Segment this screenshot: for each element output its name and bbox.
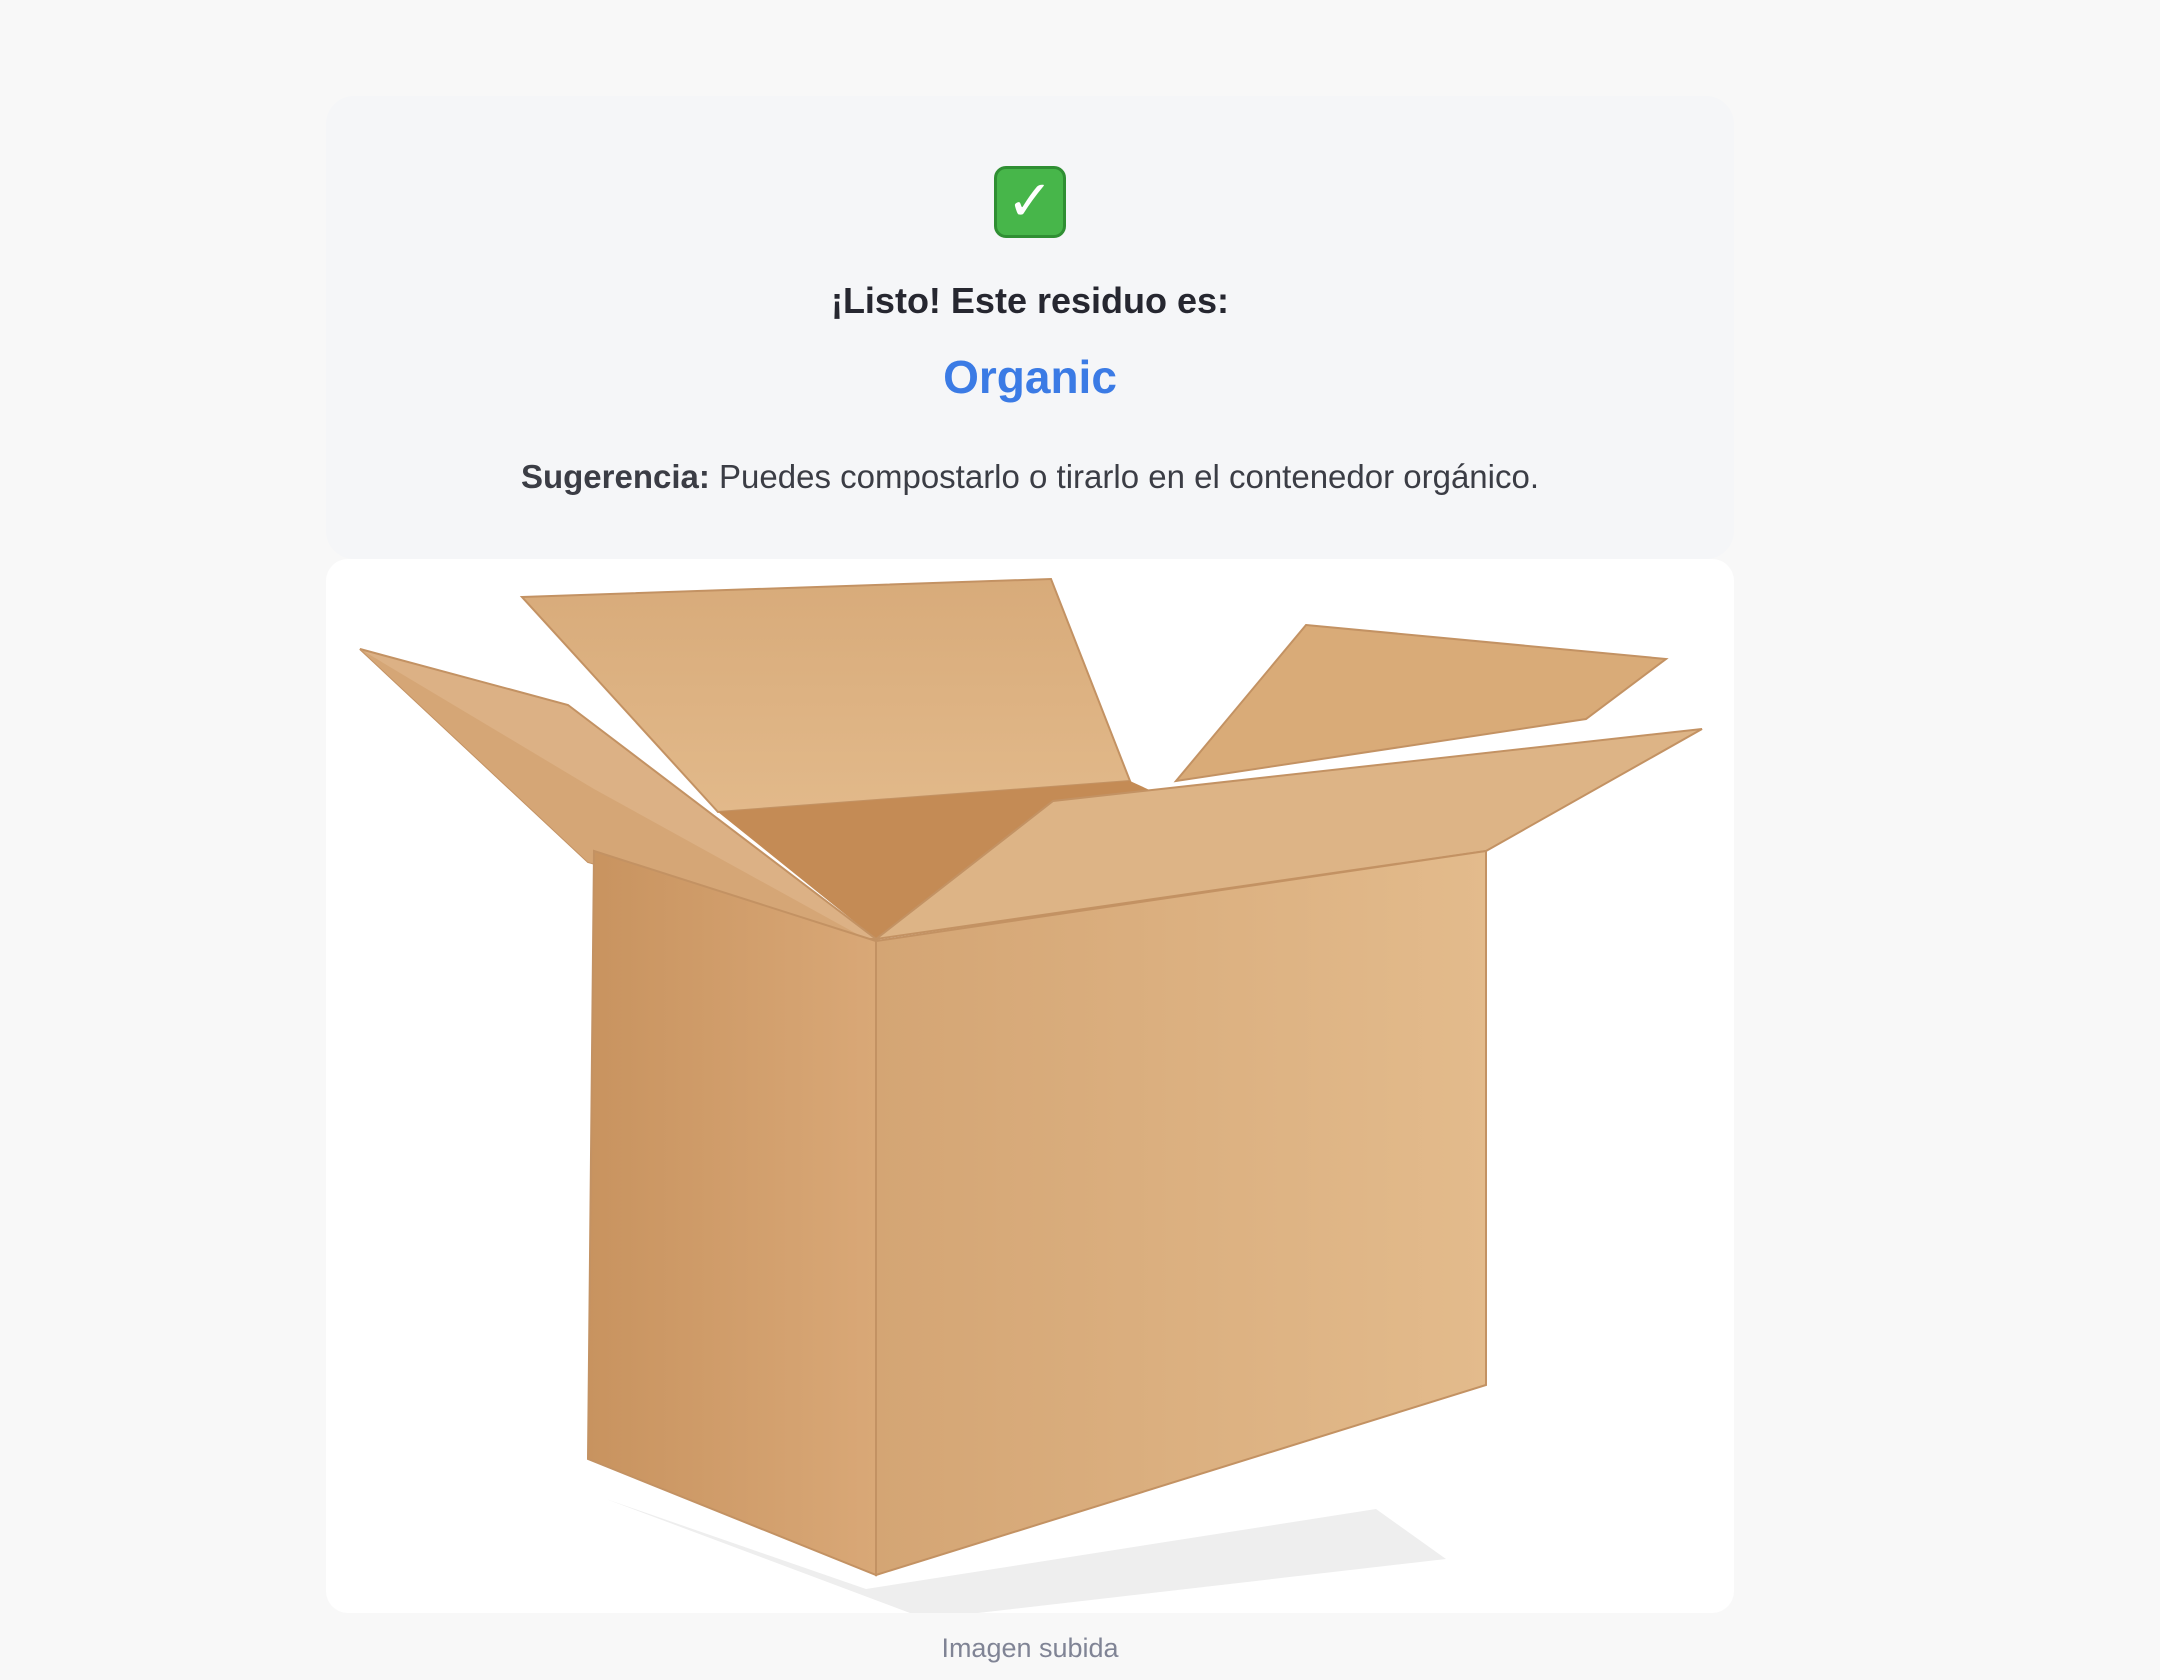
cardboard-box-image (359, 577, 1703, 1613)
check-mark-icon: ✓ (994, 166, 1066, 238)
main-column: ✓ ¡Listo! Este residuo es: Organic Suger… (326, 96, 1734, 1664)
suggestion-label: Sugerencia: (520, 458, 710, 495)
suggestion-text: Sugerencia: Puedes compostarlo o tirarlo… (326, 458, 1734, 496)
result-card: ✓ ¡Listo! Este residuo es: Organic Suger… (326, 96, 1734, 559)
image-caption: Imagen subida (941, 1633, 1119, 1663)
suggestion-body: Puedes compostarlo o tirarlo en el conte… (709, 458, 1540, 495)
uploaded-image (326, 559, 1734, 1613)
result-category: Organic (943, 351, 1117, 403)
result-heading: ¡Listo! Este residuo es: (830, 280, 1230, 321)
